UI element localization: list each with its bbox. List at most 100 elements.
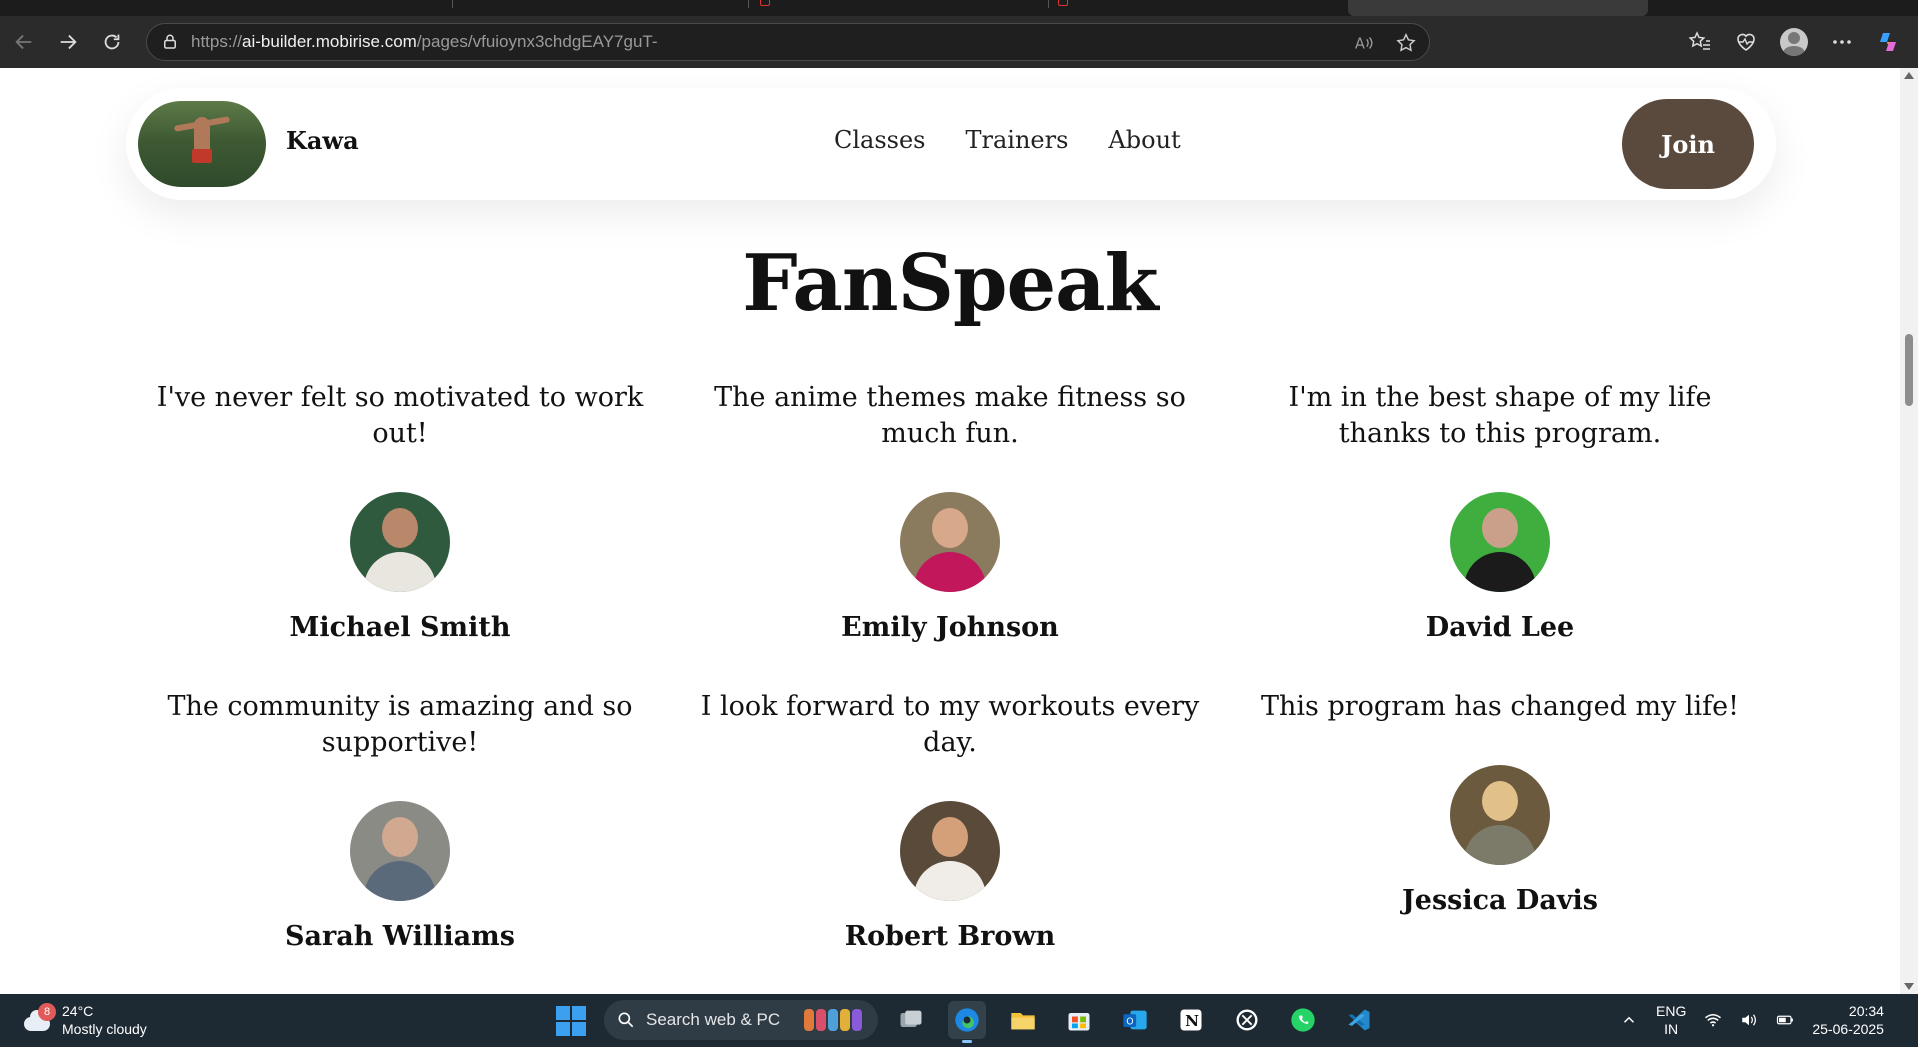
testimonial-quote: I've never felt so motivated to work out…	[156, 382, 644, 449]
more-menu-icon[interactable]	[1830, 30, 1854, 54]
avatar	[900, 801, 1000, 901]
web-page: Kawa Classes Trainers About Join FanSpea…	[0, 68, 1900, 994]
testimonial-name: Michael Smith	[289, 612, 511, 643]
testimonial-card: The anime themes make fitness so much fu…	[690, 380, 1210, 643]
weather-condition: Mostly cloudy	[62, 1021, 147, 1037]
menu-item-trainers[interactable]: Trainers	[966, 126, 1069, 154]
url-prefix: https://	[191, 32, 243, 51]
avatar	[900, 492, 1000, 592]
reload-button[interactable]	[92, 22, 132, 62]
read-aloud-icon[interactable]: A	[1353, 32, 1375, 54]
volume-icon[interactable]	[1740, 1011, 1758, 1029]
clock-date: 25-06-2025	[1812, 1021, 1884, 1037]
avatar	[350, 801, 450, 901]
arrow-right-icon	[60, 34, 77, 50]
vscode-icon	[1348, 1009, 1370, 1031]
tab-separator	[748, 0, 749, 8]
notification-badge: 8	[38, 1003, 56, 1021]
avatar	[350, 492, 450, 592]
chatgpt-icon	[1236, 1009, 1258, 1031]
favorite-star-icon[interactable]	[1395, 32, 1417, 54]
search-icon	[618, 1012, 634, 1028]
testimonial-card: I look forward to my workouts every day.…	[690, 689, 1210, 952]
notion-app[interactable]: N	[1172, 1001, 1210, 1039]
store-app[interactable]	[1060, 1001, 1098, 1039]
join-button[interactable]: Join	[1622, 99, 1754, 189]
outlook-app[interactable]: O	[1116, 1001, 1154, 1039]
pdf-tab-icon[interactable]	[760, 0, 770, 6]
testimonial-quote: The anime themes make fitness so much fu…	[714, 382, 1186, 449]
url-host: ai-builder.mobirise.com	[242, 32, 417, 51]
folder-icon	[1011, 1013, 1035, 1030]
testimonial-name: Robert Brown	[844, 921, 1056, 952]
browser-toolbar: https://ai-builder.mobirise.com/pages/vf…	[0, 16, 1918, 68]
testimonial-quote: I look forward to my workouts every day.	[700, 691, 1200, 758]
active-tab[interactable]	[1348, 0, 1648, 16]
svg-text:A: A	[1355, 36, 1365, 53]
tab-separator	[452, 0, 453, 8]
file-explorer-app[interactable]	[1004, 1001, 1042, 1039]
page-scrollbar[interactable]	[1900, 68, 1918, 994]
testimonial-name: Emily Johnson	[841, 612, 1059, 643]
avatar	[1450, 765, 1550, 865]
chevron-up-icon[interactable]	[1620, 1011, 1638, 1029]
windows-taskbar: 8 24°C Mostly cloudy Search web & PC O N…	[0, 994, 1918, 1047]
cloud-icon: 8	[20, 1003, 56, 1035]
main-menu: Classes Trainers About	[834, 126, 1181, 154]
site-navbar: Kawa Classes Trainers About Join	[126, 88, 1776, 200]
menu-item-about[interactable]: About	[1108, 126, 1180, 154]
brand-logo-image[interactable]	[138, 101, 266, 187]
back-button[interactable]	[4, 22, 44, 62]
address-bar[interactable]: https://ai-builder.mobirise.com/pages/vf…	[146, 23, 1430, 61]
forward-button[interactable]	[48, 22, 88, 62]
svg-text:N: N	[1185, 1012, 1199, 1030]
pdf-tab-icon[interactable]	[1058, 0, 1068, 6]
testimonial-quote: I'm in the best shape of my life thanks …	[1288, 382, 1712, 449]
url-path: /pages/vfuioynx3chdgEAY7guT-	[416, 32, 658, 51]
search-placeholder: Search web & PC	[646, 1010, 781, 1029]
battery-icon[interactable]	[1776, 1011, 1794, 1029]
vscode-app[interactable]	[1340, 1001, 1378, 1039]
scroll-up-arrow-icon[interactable]	[1904, 72, 1914, 79]
testimonial-name: David Lee	[1425, 612, 1575, 643]
brand-name[interactable]: Kawa	[286, 126, 359, 155]
temperature: 24°C	[62, 1003, 94, 1019]
wifi-icon[interactable]	[1704, 1011, 1722, 1029]
task-view-button[interactable]	[892, 1001, 930, 1039]
testimonial-card: I've never felt so motivated to work out…	[140, 380, 660, 643]
search-highlight-icon	[804, 1009, 863, 1031]
menu-item-classes[interactable]: Classes	[834, 126, 926, 154]
testimonial-card: This program has changed my life! Jessic…	[1240, 689, 1760, 916]
outlook-icon: O	[1123, 1010, 1147, 1030]
testimonial-name: Jessica Davis	[1401, 885, 1598, 916]
scrollbar-thumb[interactable]	[1905, 334, 1913, 406]
section-title: FanSpeak	[742, 238, 1158, 329]
whatsapp-app[interactable]	[1284, 1001, 1322, 1039]
lock-icon[interactable]	[161, 33, 179, 51]
language-indicator[interactable]: ENG IN	[1656, 1002, 1686, 1038]
url-text[interactable]: https://ai-builder.mobirise.com/pages/vf…	[191, 32, 658, 52]
arrow-left-icon	[15, 34, 32, 50]
taskbar-search[interactable]: Search web & PC	[604, 1000, 878, 1040]
testimonial-card: The community is amazing and so supporti…	[140, 689, 660, 952]
tab-separator	[1048, 0, 1049, 8]
start-button[interactable]	[556, 1006, 586, 1036]
testimonial-card: I'm in the best shape of my life thanks …	[1240, 380, 1760, 643]
scroll-down-arrow-icon[interactable]	[1904, 983, 1914, 990]
task-view-icon	[900, 1010, 922, 1027]
svg-text:O: O	[1126, 1017, 1133, 1028]
testimonial-name: Sarah Williams	[285, 921, 515, 952]
store-icon	[1068, 1013, 1090, 1031]
edge-app[interactable]	[948, 1001, 986, 1043]
favorites-list-icon[interactable]	[1688, 30, 1712, 54]
copilot-icon[interactable]	[1876, 30, 1900, 54]
clock[interactable]: 20:34 25-06-2025	[1812, 1002, 1884, 1038]
chatgpt-app[interactable]	[1228, 1001, 1266, 1039]
weather-widget[interactable]: 8 24°C Mostly cloudy	[20, 1002, 147, 1038]
whatsapp-icon	[1291, 1008, 1315, 1032]
profile-avatar-icon[interactable]	[1780, 28, 1808, 56]
browser-essentials-icon[interactable]	[1734, 30, 1758, 54]
taskbar-apps: O N	[892, 1001, 1378, 1043]
system-tray: ENG IN 20:34 25-06-2025	[1620, 1002, 1884, 1038]
browser-tab-strip	[0, 0, 1918, 16]
